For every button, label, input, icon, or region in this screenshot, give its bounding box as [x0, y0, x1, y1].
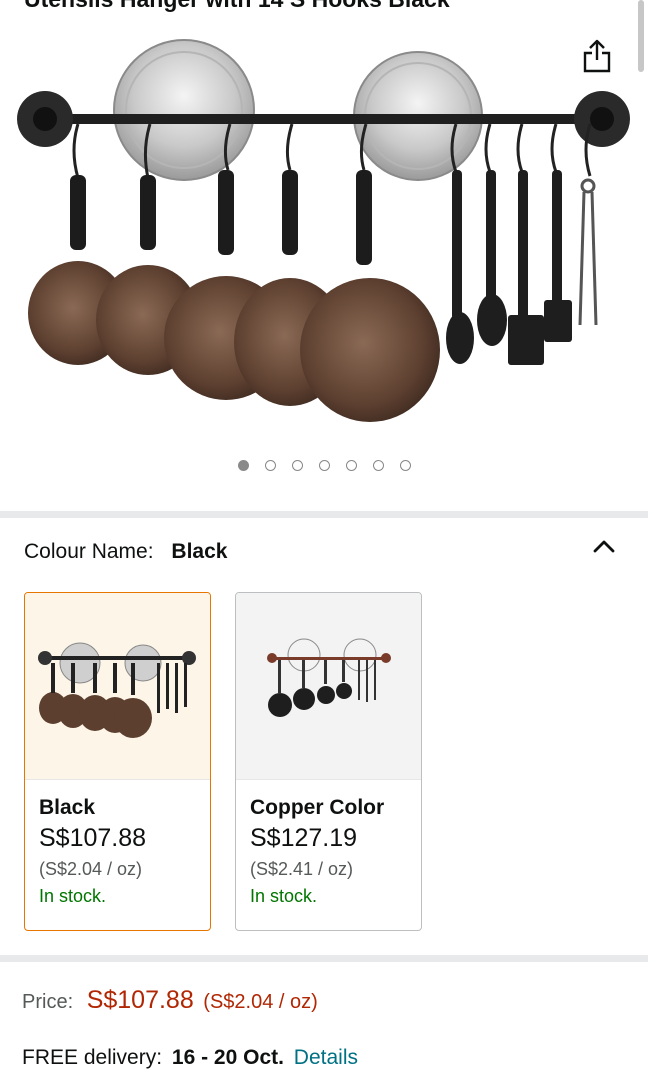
delivery-details-link[interactable]: Details — [294, 1046, 358, 1069]
delivery-prefix: FREE delivery: — [22, 1046, 163, 1069]
swatch-unit-price: (S$2.04 / oz) — [39, 859, 143, 879]
gallery-dot[interactable] — [345, 460, 357, 471]
section-divider — [0, 955, 648, 962]
colour-swatch-black[interactable]: Black S$107.88 (S$2.04 / oz) In stock. — [24, 592, 211, 931]
price-value: S$107.88 — [86, 986, 194, 1014]
swatch-thumbnail — [236, 593, 421, 780]
price-unit: (S$2.04 / oz) — [203, 991, 318, 1013]
product-main-image[interactable] — [0, 20, 648, 450]
product-title: Utensils Hanger with 14 S Hooks Black — [24, 0, 604, 13]
swatch-name: Black — [39, 796, 96, 819]
gallery-dot[interactable] — [399, 460, 411, 471]
gallery-pagination — [0, 460, 648, 471]
swatch-unit-price: (S$2.41 / oz) — [250, 859, 354, 879]
gallery-dot[interactable] — [318, 460, 330, 471]
swatch-stock-status: In stock. — [39, 886, 107, 906]
colour-swatch-copper[interactable]: Copper Color S$127.19 (S$2.41 / oz) In s… — [235, 592, 422, 931]
gallery-dot[interactable] — [264, 460, 276, 471]
swatch-stock-status: In stock. — [250, 886, 318, 906]
price-row: Price: S$107.88 (S$2.04 / oz) — [22, 986, 318, 1015]
swatch-image — [38, 642, 196, 738]
colour-name-value: Black — [171, 540, 228, 563]
gallery-dot[interactable] — [291, 460, 303, 471]
chevron-up-icon[interactable] — [590, 534, 618, 558]
delivery-row: FREE delivery: 16 - 20 Oct. Details — [22, 1046, 358, 1070]
swatch-price: S$107.88 — [39, 824, 147, 852]
gallery-dot[interactable] — [237, 460, 249, 471]
swatch-price: S$127.19 — [250, 824, 358, 852]
colour-name-row: Colour Name: Black — [24, 540, 227, 564]
delivery-dates: 16 - 20 Oct. — [171, 1046, 284, 1069]
swatch-image — [267, 638, 391, 717]
swatch-thumbnail — [25, 593, 210, 780]
price-label: Price: — [22, 991, 74, 1013]
swatch-name: Copper Color — [250, 796, 385, 819]
colour-name-label: Colour Name: — [24, 540, 154, 563]
gallery-dot[interactable] — [372, 460, 384, 471]
section-divider — [0, 511, 648, 518]
